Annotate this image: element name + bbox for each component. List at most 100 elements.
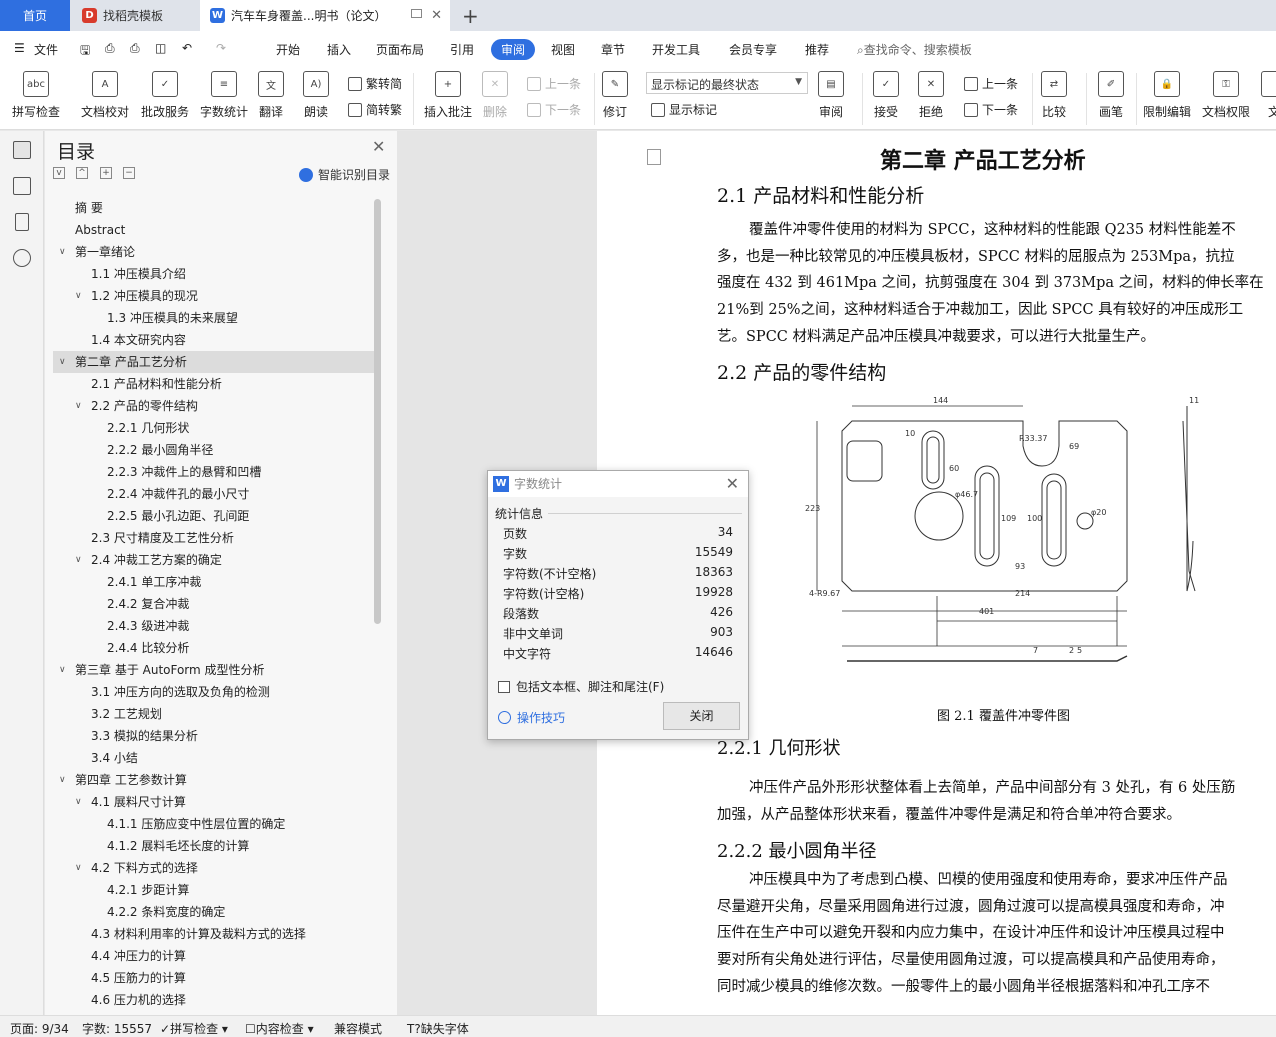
toc-item[interactable]: 2.2.3 冲裁件上的悬臂和凹槽 [53,461,375,483]
toc-item[interactable]: 2.2.2 最小圆角半径 [53,439,375,461]
menu-developer[interactable]: 开发工具 [652,41,700,58]
tips-link[interactable]: 操作技巧 [498,709,565,726]
toc-item[interactable]: 2.2.1 几何形状 [53,417,375,439]
page-indicator[interactable]: 页面: 9/34 [10,1020,69,1037]
toc-item[interactable]: 摘 要 [53,197,375,219]
chevron-down-icon[interactable]: ∨ [59,769,66,791]
toc-item[interactable]: 4.6 压力机的选择 [53,989,375,1007]
menu-section[interactable]: 章节 [601,41,625,58]
delete-comment-button[interactable]: ✕ 删除 [482,71,508,127]
toc-item[interactable]: ∨ 第三章 基于 AutoForm 成型性分析 [53,659,375,681]
toc-item[interactable]: ∨ 4.1 展料尺寸计算 [53,791,375,813]
toc-item[interactable]: 2.1 产品材料和性能分析 [53,373,375,395]
chevron-down-icon[interactable]: ∨ [75,857,82,879]
toc-item[interactable]: 2.4.3 级进冲裁 [53,615,375,637]
spellcheck-button[interactable]: abc 拼写检查 [12,71,60,127]
translate-button[interactable]: 文翻译 [258,71,284,127]
toc-item[interactable]: 3.2 工艺规划 [53,703,375,725]
undo-icon[interactable]: ↶ [182,41,192,55]
tab-home[interactable]: 首页 [0,0,70,31]
toc-item[interactable]: 4.4 冲压力的计算 [53,945,375,967]
new-tab-icon[interactable]: + [462,4,479,28]
close-icon[interactable]: ✕ [372,137,385,156]
toc-item[interactable]: 2.4.2 复合冲裁 [53,593,375,615]
toc-item[interactable]: 3.1 冲压方向的选取及负角的检测 [53,681,375,703]
word-count-button[interactable]: ≡ 字数统计 [200,71,248,127]
toc-item[interactable]: 1.3 冲压模具的未来展望 [53,307,375,329]
chevron-down-icon[interactable]: ∨ [75,549,82,571]
toc-item[interactable]: 1.1 冲压模具介绍 [53,263,375,285]
chevron-down-icon[interactable]: ∨ [75,395,82,417]
chevron-down-icon[interactable]: ∨ [75,791,82,813]
toc-item[interactable]: 2.2.4 冲裁件孔的最小尺寸 [53,483,375,505]
search-icon[interactable] [13,249,31,267]
preview-icon[interactable]: ◫ [155,41,166,55]
toc-item[interactable]: ∨ 1.2 冲压模具的现况 [53,285,375,307]
toc-item[interactable]: 2.4.4 比较分析 [53,637,375,659]
menu-references[interactable]: 引用 [450,41,474,58]
chevron-down-icon[interactable]: ∨ [59,241,66,263]
insert-comment-button[interactable]: + 插入批注 [424,71,472,127]
menu-recommend[interactable]: 推荐 [805,41,829,58]
content-check-status[interactable]: ☐内容检查 ▾ [245,1020,314,1037]
tab-document[interactable]: W 汽车车身覆盖...明书（论文） ✕ [200,0,450,31]
toc-item[interactable]: 3.4 小结 [53,747,375,769]
next-change-button[interactable]: 下一条 [964,101,1018,118]
menu-search[interactable]: ⌕查找命令、搜索模板 [857,41,972,58]
restrict-edit-button[interactable]: 🔒 限制编辑 [1143,71,1191,127]
include-textbox-checkbox[interactable]: 包括文本框、脚注和尾注(F) [498,678,664,695]
toc-item[interactable]: 1.4 本文研究内容 [53,329,375,351]
chevron-down-icon[interactable]: ∨ [59,659,66,681]
missing-font-status[interactable]: T?缺失字体 [407,1020,469,1037]
chapter-nav-icon[interactable] [13,177,31,195]
spellcheck-status[interactable]: ✓拼写检查 ▾ [160,1020,228,1037]
bookmark-icon[interactable] [15,213,29,231]
simp-to-trad-button[interactable]: 简转繁 [348,101,402,118]
compare-button[interactable]: ⇄ 比较 [1041,71,1067,127]
menu-review[interactable]: 审阅 [491,39,536,60]
toc-item[interactable]: ∨ 2.4 冲裁工艺方案的确定 [53,549,375,571]
toc-item[interactable]: ∨ 第四章 工艺参数计算 [53,769,375,791]
doc-rights-button[interactable]: ⚿ 文档权限 [1202,71,1250,127]
hamburger-icon[interactable]: ☰ [14,41,25,55]
menu-insert[interactable]: 插入 [327,41,351,58]
show-markup-button[interactable]: 显示标记 [651,101,717,118]
menu-view[interactable]: 视图 [551,41,575,58]
remove-heading-icon[interactable]: − [123,167,135,179]
chevron-down-icon[interactable]: ∨ [59,351,66,373]
menu-file[interactable]: 文件 [34,41,58,58]
pen-button[interactable]: ✐ 画笔 [1098,71,1124,127]
toc-item[interactable]: 2.2.5 最小孔边距、孔间距 [53,505,375,527]
smart-toc-button[interactable]: 智能识别目录 [299,166,390,183]
close-tab-icon[interactable]: ✕ [431,8,442,23]
toc-item[interactable]: 4.5 压筋力的计算 [53,967,375,989]
toc-item[interactable]: 4.1.2 展料毛坯长度的计算 [53,835,375,857]
chevron-down-icon[interactable]: ∨ [75,285,82,307]
toc-item[interactable]: 4.3 材料利用率的计算及裁料方式的选择 [53,923,375,945]
prev-change-button[interactable]: 上一条 [964,75,1018,92]
batch-service-button[interactable]: ✓ 批改服务 [141,71,189,127]
proofread-button[interactable]: A 文档校对 [81,71,129,127]
doc-more-button[interactable]: 文 [1261,71,1276,127]
read-aloud-button[interactable]: A) 朗读 [303,71,329,127]
menu-page-layout[interactable]: 页面布局 [376,41,424,58]
reject-button[interactable]: ✕ 拒绝 [918,71,944,127]
toc-item[interactable]: 2.3 尺寸精度及工艺性分析 [53,527,375,549]
toc-icon[interactable] [13,141,31,159]
window-icon[interactable] [411,9,422,18]
toc-item[interactable]: ∨ 2.2 产品的零件结构 [53,395,375,417]
display-mode-select[interactable]: 显示标记的最终状态 ▼ [646,72,808,94]
toc-scrollbar[interactable] [374,199,381,624]
prev-comment-button[interactable]: 上一条 [527,75,581,92]
expand-up-icon[interactable]: ^ [76,167,88,179]
toc-item[interactable]: Abstract [53,219,375,241]
toc-item[interactable]: ∨ 第一章绪论 [53,241,375,263]
document-icon[interactable] [647,149,661,165]
revise-button[interactable]: ✎ 修订 [602,71,628,127]
toc-item[interactable]: 4.2.1 步距计算 [53,879,375,901]
redo-icon[interactable]: ↷ [216,41,226,55]
word-count-indicator[interactable]: 字数: 15557 [82,1020,152,1037]
toc-item[interactable]: ∨ 第二章 产品工艺分析 [53,351,375,373]
tab-template[interactable]: D 找稻壳模板 [72,0,200,31]
close-button[interactable]: 关闭 [663,702,740,730]
